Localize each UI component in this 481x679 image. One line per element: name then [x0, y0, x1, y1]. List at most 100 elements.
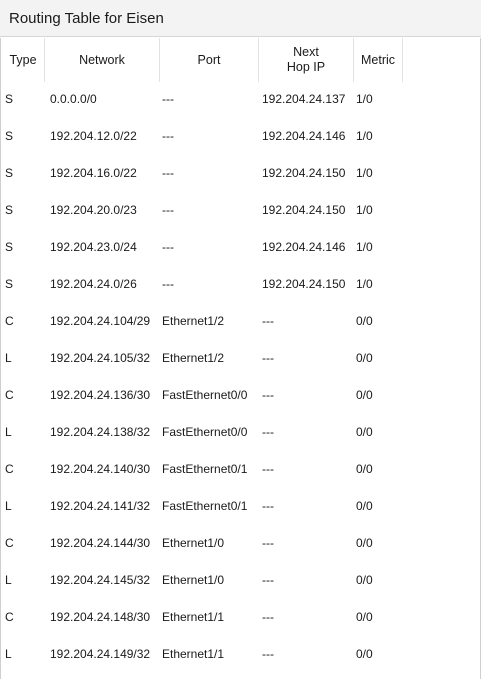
- next-hop-cell: ---: [262, 425, 274, 439]
- title-bar: Routing Table for Eisen: [0, 0, 481, 37]
- table-header: Type Network Port Next Hop IP Metric: [2, 38, 480, 82]
- table-row[interactable]: C 192.204.24.104/29 Ethernet1/2 --- 0/0: [2, 303, 480, 340]
- column-header-next-hop-ip[interactable]: Next Hop IP: [259, 38, 354, 82]
- metric-cell: 0/0: [356, 425, 373, 439]
- type-cell: L: [5, 425, 12, 439]
- port-cell: ---: [162, 129, 174, 143]
- next-hop-cell: ---: [262, 573, 274, 587]
- port-cell: ---: [162, 240, 174, 254]
- metric-cell: 0/0: [356, 351, 373, 365]
- network-cell: 192.204.24.104/29: [50, 314, 151, 328]
- table-row[interactable]: C 192.204.24.144/30 Ethernet1/0 --- 0/0: [2, 525, 480, 562]
- network-cell: 192.204.24.145/32: [50, 573, 151, 587]
- metric-cell: 1/0: [356, 129, 373, 143]
- metric-cell: 0/0: [356, 647, 373, 661]
- table-row[interactable]: S 192.204.24.0/26 --- 192.204.24.150 1/0: [2, 266, 480, 303]
- network-cell: 192.204.24.149/32: [50, 647, 151, 661]
- type-cell: S: [5, 277, 14, 291]
- network-cell: 192.204.20.0/23: [50, 203, 137, 217]
- next-hop-cell: ---: [262, 462, 274, 476]
- type-cell: C: [5, 462, 14, 476]
- next-hop-cell: 192.204.24.137: [262, 92, 346, 106]
- port-cell: Ethernet1/1: [162, 610, 225, 624]
- network-cell: 192.204.23.0/24: [50, 240, 137, 254]
- network-cell: 192.204.24.0/26: [50, 277, 137, 291]
- port-cell: Ethernet1/2: [162, 351, 225, 365]
- window-title: Routing Table for Eisen: [9, 10, 164, 27]
- network-cell: 192.204.24.105/32: [50, 351, 151, 365]
- network-cell: 192.204.24.136/30: [50, 388, 151, 402]
- metric-cell: 0/0: [356, 314, 373, 328]
- next-hop-cell: ---: [262, 314, 274, 328]
- type-cell: C: [5, 610, 14, 624]
- next-hop-cell: ---: [262, 388, 274, 402]
- next-hop-cell: ---: [262, 610, 274, 624]
- column-header-port[interactable]: Port: [160, 38, 259, 82]
- metric-cell: 0/0: [356, 536, 373, 550]
- type-cell: S: [5, 166, 14, 180]
- metric-cell: 1/0: [356, 277, 373, 291]
- network-cell: 192.204.16.0/22: [50, 166, 137, 180]
- port-cell: Ethernet1/1: [162, 647, 225, 661]
- table-row[interactable]: S 192.204.23.0/24 --- 192.204.24.146 1/0: [2, 229, 480, 266]
- column-header-type[interactable]: Type: [2, 38, 45, 82]
- port-cell: FastEthernet0/0: [162, 388, 248, 402]
- type-cell: L: [5, 647, 12, 661]
- column-header-network[interactable]: Network: [45, 38, 160, 82]
- metric-cell: 0/0: [356, 499, 373, 513]
- next-hop-cell: ---: [262, 536, 274, 550]
- metric-cell: 0/0: [356, 610, 373, 624]
- type-cell: L: [5, 573, 12, 587]
- type-cell: S: [5, 240, 14, 254]
- port-cell: ---: [162, 166, 174, 180]
- port-cell: ---: [162, 277, 174, 291]
- next-hop-cell: ---: [262, 499, 274, 513]
- network-cell: 192.204.24.141/32: [50, 499, 151, 513]
- table-row[interactable]: S 192.204.20.0/23 --- 192.204.24.150 1/0: [2, 192, 480, 229]
- port-cell: FastEthernet0/0: [162, 425, 248, 439]
- metric-cell: 1/0: [356, 92, 373, 106]
- port-cell: FastEthernet0/1: [162, 499, 248, 513]
- table-row[interactable]: L 192.204.24.105/32 Ethernet1/2 --- 0/0: [2, 340, 480, 377]
- next-hop-cell: ---: [262, 351, 274, 365]
- metric-cell: 0/0: [356, 462, 373, 476]
- port-cell: ---: [162, 92, 174, 106]
- routing-table: Type Network Port Next Hop IP Metric S 0.…: [0, 38, 481, 679]
- port-cell: FastEthernet0/1: [162, 462, 248, 476]
- network-cell: 192.204.24.138/32: [50, 425, 151, 439]
- table-row[interactable]: S 192.204.12.0/22 --- 192.204.24.146 1/0: [2, 118, 480, 155]
- table-row[interactable]: L 192.204.24.141/32 FastEthernet0/1 --- 0/0: [2, 488, 480, 525]
- table-row[interactable]: L 192.204.24.149/32 Ethernet1/1 --- 0/0: [2, 636, 480, 673]
- metric-cell: 1/0: [356, 240, 373, 254]
- table-row[interactable]: C 192.204.24.140/30 FastEthernet0/1 --- 0/0: [2, 451, 480, 488]
- type-cell: L: [5, 499, 12, 513]
- port-cell: ---: [162, 203, 174, 217]
- network-cell: 192.204.12.0/22: [50, 129, 137, 143]
- table-row[interactable]: S 0.0.0.0/0 --- 192.204.24.137 1/0: [2, 81, 480, 118]
- type-cell: C: [5, 388, 14, 402]
- network-cell: 0.0.0.0/0: [50, 92, 97, 106]
- next-hop-cell: 192.204.24.150: [262, 166, 346, 180]
- next-hop-cell: ---: [262, 647, 274, 661]
- metric-cell: 1/0: [356, 203, 373, 217]
- next-hop-cell: 192.204.24.146: [262, 240, 346, 254]
- table-row[interactable]: C 192.204.24.136/30 FastEthernet0/0 --- 0/0: [2, 377, 480, 414]
- type-cell: C: [5, 536, 14, 550]
- port-cell: Ethernet1/0: [162, 536, 225, 550]
- metric-cell: 0/0: [356, 573, 373, 587]
- table-row[interactable]: C 192.204.24.148/30 Ethernet1/1 --- 0/0: [2, 599, 480, 636]
- table-row[interactable]: L 192.204.24.138/32 FastEthernet0/0 --- 0/0: [2, 414, 480, 451]
- column-header-metric[interactable]: Metric: [354, 38, 403, 82]
- type-cell: C: [5, 314, 14, 328]
- port-cell: Ethernet1/0: [162, 573, 225, 587]
- type-cell: S: [5, 203, 14, 217]
- type-cell: S: [5, 92, 14, 106]
- next-hop-cell: 192.204.24.146: [262, 129, 346, 143]
- next-hop-cell: 192.204.24.150: [262, 277, 346, 291]
- type-cell: S: [5, 129, 14, 143]
- network-cell: 192.204.24.140/30: [50, 462, 151, 476]
- metric-cell: 1/0: [356, 166, 373, 180]
- metric-cell: 0/0: [356, 388, 373, 402]
- table-row[interactable]: L 192.204.24.145/32 Ethernet1/0 --- 0/0: [2, 562, 480, 599]
- table-row[interactable]: S 192.204.16.0/22 --- 192.204.24.150 1/0: [2, 155, 480, 192]
